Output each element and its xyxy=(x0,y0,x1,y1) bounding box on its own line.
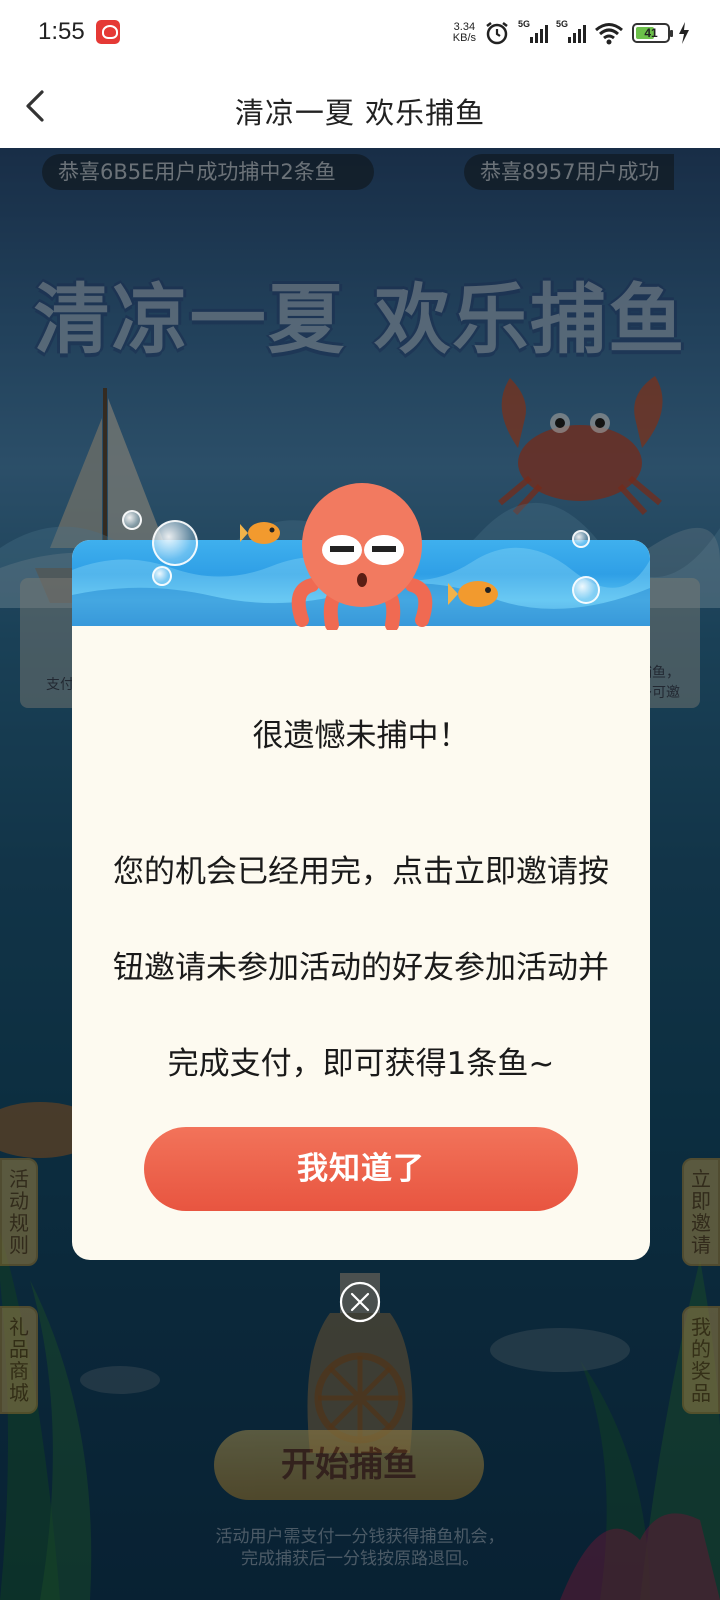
net-speed-unit: KB/s xyxy=(452,32,476,44)
octopus-mascot xyxy=(291,483,433,630)
status-bar: 1:55 3.34 KB/s 5G 5G 41 xyxy=(0,0,720,66)
charging-icon xyxy=(679,22,689,44)
nav-bar: 清凉一夏 欢乐捕鱼 xyxy=(0,66,720,148)
bubble-icon xyxy=(152,566,172,586)
fish-icon xyxy=(448,581,498,607)
signal-sim1-icon: 5G xyxy=(518,19,548,43)
dialog-body: 很遗憾未捕中！ 您的机会已经用完，点击立即邀请按钮邀请未参加活动的好友参加活动并… xyxy=(72,626,650,1112)
signal-sim2-icon: 5G xyxy=(556,19,586,43)
wifi-icon xyxy=(595,23,623,45)
status-icons: 3.34 KB/s 5G 5G 41 xyxy=(453,18,690,48)
close-dialog-button[interactable] xyxy=(338,1280,382,1324)
app-notification-icon xyxy=(96,20,120,44)
bubble-icon xyxy=(152,520,198,566)
net-speed: 3.34 KB/s xyxy=(453,22,476,44)
status-time: 1:55 xyxy=(38,18,85,45)
bubble-icon xyxy=(122,510,142,530)
dialog-title: 很遗憾未捕中！ xyxy=(252,718,470,754)
battery-level: 41 xyxy=(644,26,658,40)
close-icon xyxy=(339,1281,381,1323)
battery-icon: 41 xyxy=(632,23,673,43)
page-title: 清凉一夏 欢乐捕鱼 xyxy=(234,96,486,130)
got-it-button[interactable]: 我知道了 xyxy=(144,1127,578,1211)
dialog-message: 您的机会已经用完，点击立即邀请按钮邀请未参加活动的好友参加活动并完成支付，即可获… xyxy=(113,854,609,1082)
bubble-icon xyxy=(572,576,600,604)
result-dialog: 很遗憾未捕中！ 您的机会已经用完，点击立即邀请按钮邀请未参加活动的好友参加活动并… xyxy=(72,483,650,1260)
alarm-icon xyxy=(486,22,508,45)
bubble-icon xyxy=(572,530,590,548)
